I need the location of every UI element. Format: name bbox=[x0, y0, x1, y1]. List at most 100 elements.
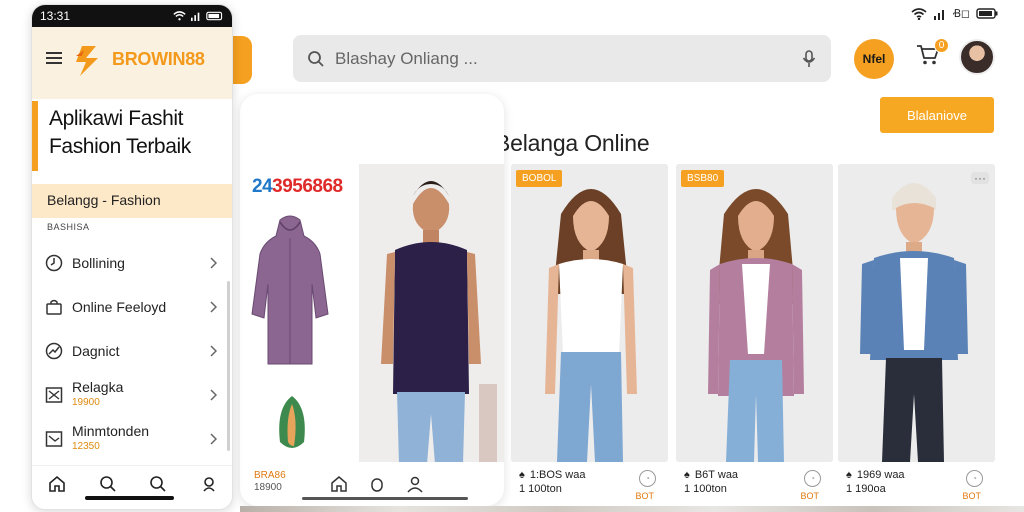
cta-button[interactable]: Blalaniove bbox=[880, 97, 994, 133]
mockup-price-value: BRA86 bbox=[254, 470, 286, 481]
search-bar[interactable]: Blashay Onliang ... bbox=[293, 35, 831, 82]
favorite-icon[interactable]: ◔ bbox=[966, 470, 983, 487]
coin-label: BOT bbox=[635, 491, 654, 501]
model-illustration bbox=[676, 164, 833, 462]
chevron-right-icon bbox=[210, 433, 217, 445]
scrollbar[interactable] bbox=[227, 281, 230, 451]
chevron-right-icon bbox=[210, 345, 217, 357]
search-input[interactable]: Blashay Onliang ... bbox=[335, 49, 478, 69]
clock-icon bbox=[45, 254, 63, 272]
menu-item-sub: 19900 bbox=[72, 397, 100, 408]
menu-item-label: Online Feeloyd bbox=[72, 298, 167, 315]
flame-icon: ♠ bbox=[684, 469, 690, 481]
status-time: 13:31 bbox=[40, 9, 71, 23]
cart-count-badge: 0 bbox=[934, 38, 949, 53]
hero-title-line2: Fashion Terbaik bbox=[49, 135, 191, 158]
home-indicator bbox=[85, 496, 174, 500]
wifi-icon bbox=[173, 11, 186, 21]
model-illustration bbox=[838, 164, 995, 462]
phone-status-bar: 13:31 bbox=[32, 5, 232, 27]
product-meta: ♠ B6T waa 1 100ton bbox=[684, 468, 738, 496]
model-photo[interactable] bbox=[359, 164, 504, 464]
category-banner[interactable]: Belangg - Fashion bbox=[32, 184, 232, 218]
avatar[interactable] bbox=[959, 39, 995, 75]
search-icon[interactable] bbox=[99, 475, 117, 493]
favorite-icon[interactable]: ◔ bbox=[639, 470, 656, 487]
wifi-icon bbox=[911, 7, 927, 20]
section-label: BASHISA bbox=[47, 222, 90, 232]
app-header: BROWIN88 bbox=[32, 27, 232, 99]
menu-item-label: Minmtonden bbox=[72, 423, 150, 439]
brand-name: BROWIN88 bbox=[112, 49, 205, 69]
product-name: B6T waa bbox=[694, 469, 739, 481]
menu-item-label: Bollining bbox=[72, 254, 125, 271]
menu-item[interactable]: Bollining bbox=[32, 241, 232, 285]
profile-icon[interactable] bbox=[406, 475, 424, 493]
hero-accent-bar bbox=[32, 101, 38, 171]
accessory-product-image[interactable] bbox=[274, 394, 310, 454]
flame-icon: ♠ bbox=[519, 469, 525, 481]
status-icons bbox=[173, 11, 224, 21]
menu-item[interactable]: Dagnict bbox=[32, 329, 232, 373]
chevron-right-icon bbox=[210, 389, 217, 401]
more-icon[interactable]: ··· bbox=[971, 172, 989, 184]
home-icon[interactable] bbox=[48, 475, 66, 493]
hoodie-product-image[interactable] bbox=[250, 214, 330, 374]
battery-icon bbox=[206, 11, 223, 21]
promo-number-part1: 24 bbox=[252, 176, 273, 197]
signal-icon bbox=[191, 12, 200, 21]
menu-item[interactable]: Minmtonden 12350 bbox=[32, 417, 232, 461]
menu-item-label: Relagka bbox=[72, 379, 124, 395]
desktop-status-bar: Ꞗ◻ bbox=[911, 6, 998, 21]
search-icon[interactable] bbox=[149, 475, 167, 493]
home-icon[interactable] bbox=[330, 475, 348, 493]
product-photo[interactable]: BOBOL bbox=[511, 164, 668, 462]
product-photo[interactable]: BSB80 bbox=[676, 164, 833, 462]
bag-icon bbox=[46, 299, 62, 315]
menu-list: Bollining Online Feeloyd Dagnict Relagka… bbox=[32, 241, 232, 461]
product-badge: BSB80 bbox=[681, 170, 725, 187]
product-meta: ♠ 1:BOS waa 1 100ton bbox=[519, 468, 585, 496]
chevron-right-icon bbox=[210, 301, 217, 313]
product-name: 1:BOS waa bbox=[529, 469, 586, 481]
signal-icon bbox=[933, 9, 944, 20]
menu-item[interactable]: Online Feeloyd bbox=[32, 285, 232, 329]
microphone-icon[interactable] bbox=[801, 49, 817, 69]
chevron-right-icon bbox=[210, 257, 217, 269]
header-action-button[interactable]: Nfel bbox=[854, 39, 894, 79]
product-meta: ♠ 1969 waa 1 190oa bbox=[846, 468, 905, 496]
flame-icon: ♠ bbox=[846, 469, 852, 481]
brand-logo-icon bbox=[76, 46, 98, 76]
menu-item[interactable]: Relagka 19900 bbox=[32, 373, 232, 417]
menu-icon[interactable] bbox=[46, 52, 62, 64]
bag-icon[interactable] bbox=[368, 475, 386, 493]
model-illustration bbox=[359, 164, 504, 464]
product-name: 1969 waa bbox=[856, 469, 905, 481]
coin-label: BOT bbox=[962, 491, 981, 501]
cross-icon bbox=[45, 387, 63, 403]
product-price: 1 100ton bbox=[519, 483, 562, 495]
promo-number: 243956868 bbox=[252, 176, 343, 198]
battery-icon bbox=[976, 8, 998, 19]
profile-icon[interactable] bbox=[200, 475, 218, 493]
hero-section: Aplikawi Fashit Fashion Terbaik bbox=[32, 99, 232, 184]
product-photo[interactable]: ··· bbox=[838, 164, 995, 462]
product-card[interactable]: ··· ♠ 1969 waa 1 190oa ◔ BOT bbox=[838, 164, 995, 506]
hero-title: Aplikawi Fashit Fashion Terbaik bbox=[49, 105, 191, 161]
mockup-price-sub: 18900 bbox=[254, 482, 282, 493]
mockup-price: BRA86 18900 bbox=[254, 470, 286, 494]
product-card[interactable]: BOBOL ♠ 1:BOS waa 1 100ton ◔ BOT bbox=[511, 164, 668, 506]
promo-phone-mockup: 243956868 BRA86 18900 bbox=[240, 94, 504, 506]
menu-item-label: Dagnict bbox=[72, 342, 120, 359]
home-indicator bbox=[302, 497, 468, 500]
promo-number-part2: 3956868 bbox=[272, 176, 343, 197]
document-icon bbox=[45, 431, 63, 447]
product-card[interactable]: BSB80 ♠ B6T waa 1 100ton ◔ BOT bbox=[676, 164, 833, 506]
favorite-icon[interactable]: ◔ bbox=[804, 470, 821, 487]
next-row-preview bbox=[240, 506, 1024, 512]
coin-label: BOT bbox=[800, 491, 819, 501]
product-price: 1 190oa bbox=[846, 483, 886, 495]
page: Ꞗ◻ Blashay Onliang ... Nfel 0 Blalaniove… bbox=[0, 0, 1024, 512]
model-illustration bbox=[511, 164, 668, 462]
menu-item-sub: 12350 bbox=[72, 441, 100, 452]
